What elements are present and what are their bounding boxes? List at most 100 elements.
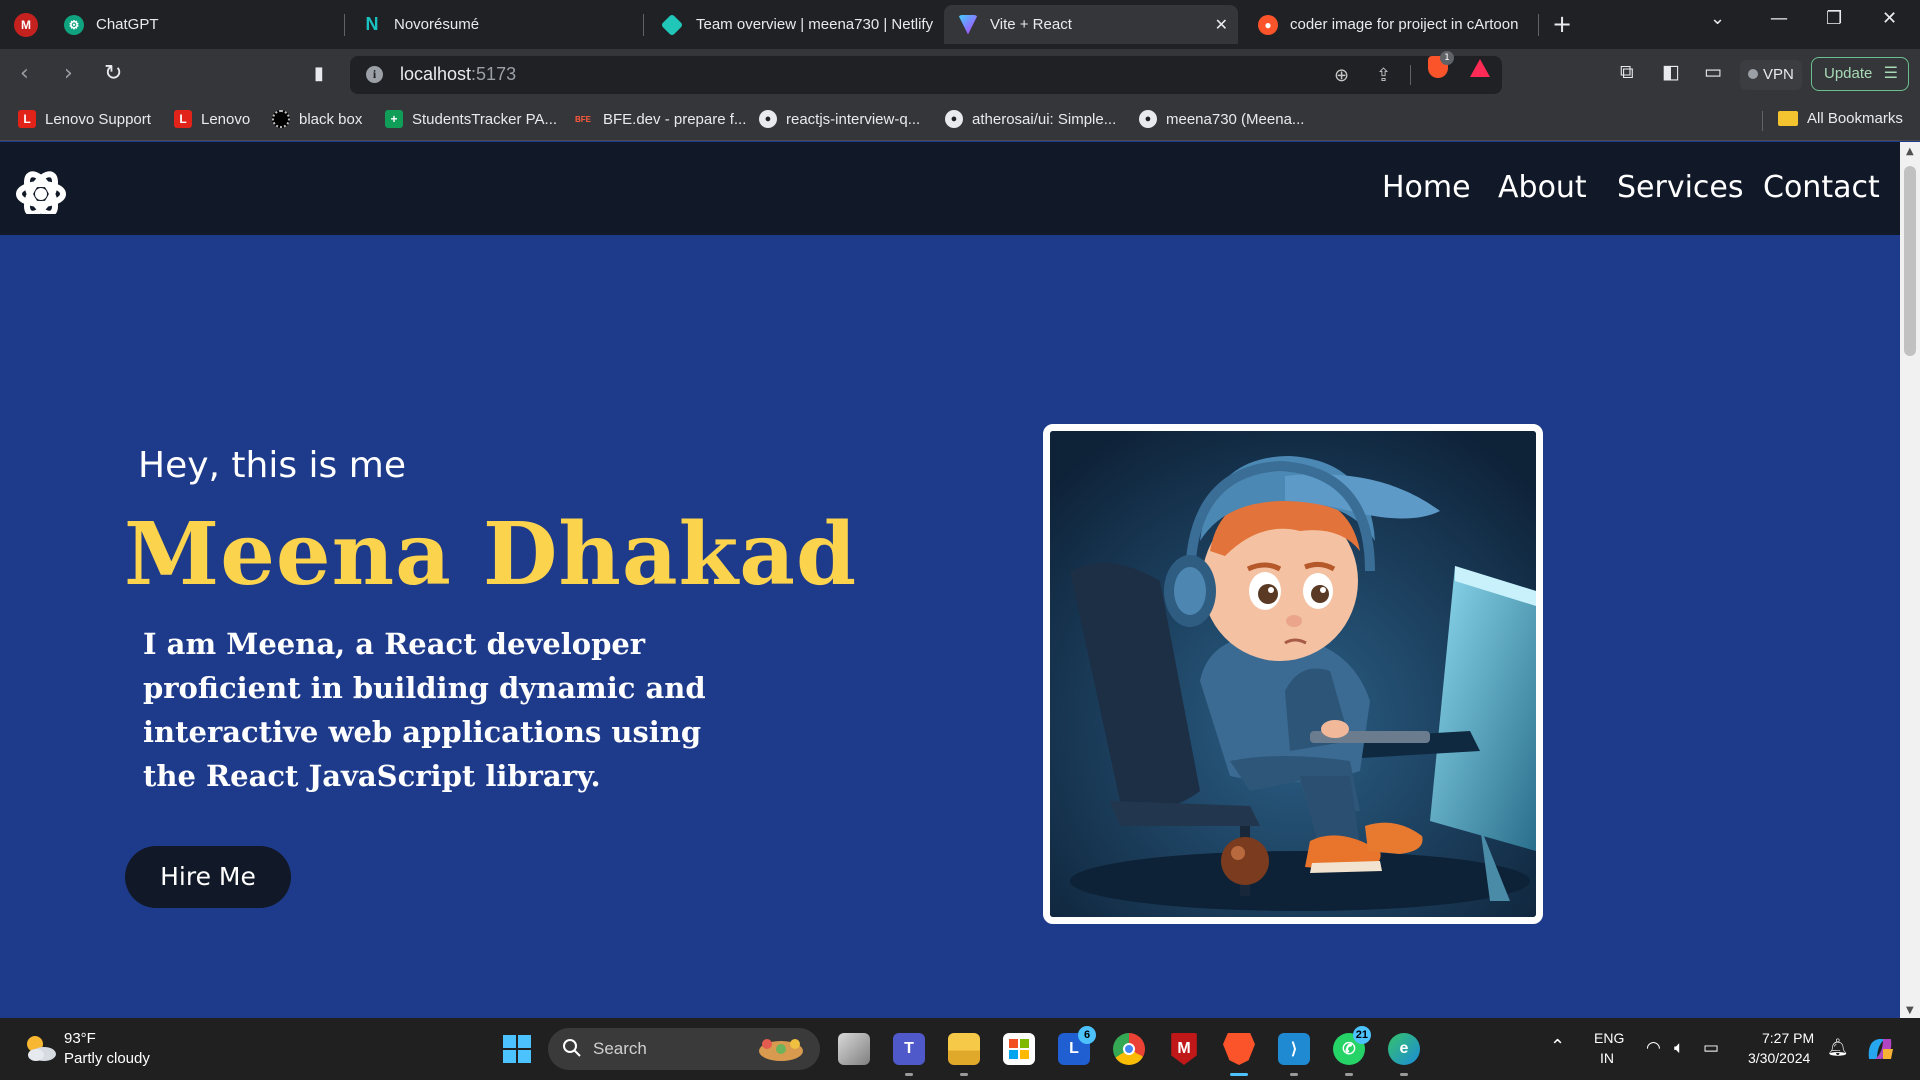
url-port: :5173 (471, 64, 517, 84)
vpn-button[interactable]: VPN (1740, 60, 1802, 90)
tab-coder-image[interactable]: ● coder image for proiject in cArtoon (1244, 5, 1526, 44)
close-window-icon[interactable]: ✕ (1882, 8, 1897, 29)
tab-vite-react[interactable]: Vite + React ✕ (944, 5, 1238, 44)
windows-start-icon[interactable] (503, 1035, 531, 1063)
restore-icon[interactable]: ❐ (1826, 8, 1842, 29)
tab-novoresume[interactable]: N Novorésumé (348, 5, 638, 44)
update-label: Update (1824, 65, 1873, 82)
mcafee-icon[interactable]: M (1171, 1033, 1197, 1065)
bookmark-black-box[interactable]: black box (272, 110, 362, 128)
react-logo-icon[interactable] (15, 154, 69, 214)
profile-button[interactable]: M (6, 5, 42, 44)
wifi-icon[interactable]: ◠ (1646, 1038, 1661, 1058)
chrome-icon[interactable] (1113, 1033, 1145, 1065)
reload-icon[interactable]: ↻ (104, 61, 122, 87)
page-scrollbar[interactable]: ▲ ▼ (1900, 142, 1920, 1018)
battery-icon[interactable]: ▭ (1703, 1038, 1719, 1058)
taskbar-search[interactable]: Search (548, 1028, 820, 1070)
bookmark-label: atherosai/ui: Simple... (972, 110, 1117, 128)
nav-home[interactable]: Home (1382, 170, 1471, 205)
bookmark-label: reactjs-interview-q... (786, 110, 921, 128)
scroll-down-icon[interactable]: ▼ (1906, 1005, 1914, 1016)
address-divider (1410, 65, 1411, 85)
file-explorer-icon[interactable] (948, 1033, 980, 1065)
tab-netlify[interactable]: Team overview | meena730 | Netlify (648, 5, 938, 44)
all-bookmarks-button[interactable]: All Bookmarks (1778, 110, 1903, 127)
edge-icon[interactable]: e (1388, 1033, 1420, 1065)
github-icon: ● (759, 110, 777, 128)
notification-badge: 21 (1352, 1026, 1371, 1044)
running-indicator (1290, 1073, 1298, 1076)
bookmark-lenovo[interactable]: L Lenovo (174, 110, 250, 128)
tab-title: ChatGPT (96, 16, 159, 33)
tab-search-chevron-icon[interactable]: ⌄ (1710, 8, 1725, 29)
bookmark-bfe-dev[interactable]: BFE BFE.dev - prepare f... (572, 110, 746, 128)
all-bookmarks-label: All Bookmarks (1807, 110, 1903, 127)
clock-date[interactable]: 3/30/2024 (1748, 1050, 1810, 1066)
bookmark-icon[interactable]: ▮ (314, 61, 324, 87)
microsoft-store-icon[interactable] (1003, 1033, 1035, 1065)
nav-services[interactable]: Services (1617, 170, 1744, 205)
bookmark-meena730[interactable]: ● meena730 (Meena... (1139, 110, 1304, 128)
url-text[interactable]: localhost:5173 (400, 64, 516, 85)
bookmark-studentstracker[interactable]: + StudentsTracker PA... (385, 110, 557, 128)
update-button[interactable]: Update ☰ (1811, 57, 1909, 91)
copilot-icon[interactable] (1865, 1035, 1895, 1063)
bookmark-label: Lenovo Support (45, 110, 151, 128)
hire-me-button[interactable]: Hire Me (125, 846, 291, 908)
tab-divider (344, 14, 345, 36)
folder-icon (1778, 111, 1798, 126)
github-icon: ● (945, 110, 963, 128)
bookmark-atherosai-ui[interactable]: ● atherosai/ui: Simple... (945, 110, 1116, 128)
lenovo-icon: L (174, 110, 192, 128)
running-indicator (1400, 1073, 1408, 1076)
search-icon (563, 1039, 581, 1057)
nav-contact[interactable]: Contact (1763, 170, 1880, 205)
notification-bell-icon[interactable]: 🔔︎ (1827, 1038, 1849, 1058)
language-indicator[interactable]: ENG (1594, 1030, 1624, 1046)
menu-icon: ☰ (1883, 65, 1898, 82)
back-icon[interactable]: ‹ (20, 61, 29, 87)
lenovo-app-icon[interactable]: L6 (1058, 1026, 1096, 1065)
bookmarks-divider (1762, 111, 1763, 131)
brave-rewards-icon[interactable] (1470, 59, 1490, 77)
nav-about[interactable]: About (1498, 170, 1587, 205)
search-placeholder: Search (593, 1039, 647, 1058)
weather-temperature[interactable]: 93°F (64, 1030, 96, 1047)
show-hidden-icons-chevron-icon[interactable]: ⌃ (1550, 1036, 1565, 1057)
task-view-icon[interactable] (838, 1033, 870, 1065)
sidebar-icon[interactable]: ◧ (1662, 61, 1680, 83)
vscode-icon[interactable]: ⟩ (1278, 1033, 1310, 1065)
url-host: localhost (400, 64, 472, 84)
bookmark-reactjs-interview[interactable]: ● reactjs-interview-q... (759, 110, 920, 128)
wallet-icon[interactable]: ▭ (1704, 61, 1722, 83)
zoom-icon[interactable]: ⊕ (1334, 65, 1349, 86)
forward-icon[interactable]: › (64, 61, 73, 87)
clock-time[interactable]: 7:27 PM (1762, 1030, 1814, 1046)
share-icon[interactable]: ⇪ (1376, 65, 1391, 86)
tab-title: Vite + React (990, 16, 1072, 33)
tab-chatgpt[interactable]: ⚙ ChatGPT (50, 5, 340, 44)
hero-bio: I am Meena, a React developer proficient… (143, 627, 706, 793)
whatsapp-icon[interactable]: ✆ 21 (1333, 1026, 1371, 1065)
tab-divider (1538, 14, 1539, 36)
address-bar[interactable]: i localhost:5173 ⊕ ⇪ (350, 56, 1502, 94)
teams-icon[interactable]: T (893, 1033, 925, 1065)
scroll-up-icon[interactable]: ▲ (1906, 146, 1914, 157)
brave-taskbar-icon[interactable] (1223, 1033, 1255, 1065)
cartoon-coder-illustration (1050, 431, 1536, 917)
hero-name: Meena Dhakad (124, 504, 858, 605)
extensions-icon[interactable]: ⧉ (1620, 61, 1634, 83)
netlify-icon (660, 13, 684, 36)
weather-description[interactable]: Partly cloudy (64, 1050, 150, 1067)
site-info-icon[interactable]: i (366, 66, 383, 83)
bookmark-label: meena730 (Meena... (1166, 110, 1305, 128)
scroll-thumb[interactable] (1904, 166, 1916, 356)
tab-title: Team overview | meena730 | Netlify (696, 16, 934, 33)
close-tab-icon[interactable]: ✕ (1215, 15, 1228, 35)
new-tab-icon[interactable]: + (1552, 12, 1572, 36)
volume-icon[interactable]: 🔈︎ (1674, 1038, 1684, 1058)
bookmark-lenovo-support[interactable]: L Lenovo Support (18, 110, 151, 128)
partly-cloudy-icon[interactable] (22, 1033, 58, 1063)
minimize-icon[interactable]: — (1770, 8, 1788, 29)
